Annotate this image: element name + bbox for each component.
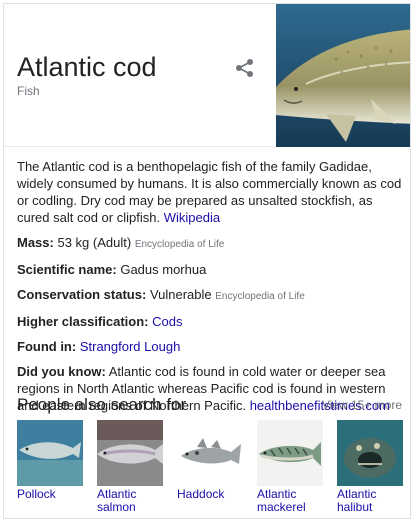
classification-link[interactable]: Cods <box>152 314 182 329</box>
pasf-label[interactable]: Haddock <box>177 488 243 501</box>
fact-value: Vulnerable <box>149 287 212 302</box>
fact-scientific-name: Scientific name: Gadus morhua <box>17 261 402 278</box>
description: The Atlantic cod is a benthopelagic fish… <box>17 158 402 226</box>
fact-conservation-status: Conservation status: Vulnerable Encyclop… <box>17 286 402 305</box>
fact-label: Higher classification: <box>17 314 149 329</box>
found-in-link[interactable]: Strangford Lough <box>80 339 180 354</box>
fact-label: Mass: <box>17 235 54 250</box>
view-more-link[interactable]: View 15+ more <box>322 398 402 412</box>
pasf-label[interactable]: Atlantic salmon <box>97 488 163 514</box>
fact-label: Conservation status: <box>17 287 147 302</box>
pasf-item-haddock[interactable]: Haddock <box>177 420 243 501</box>
atlantic-salmon-thumbnail[interactable] <box>97 420 163 486</box>
entity-type: Fish <box>17 84 40 98</box>
pasf-item-atlantic-salmon[interactable]: Atlantic salmon <box>97 420 163 514</box>
people-also-search-carousel: Pollock Atlantic salmon Haddock Atlantic… <box>17 420 407 518</box>
fact-label: Found in: <box>17 339 77 354</box>
haddock-thumbnail[interactable] <box>177 420 243 486</box>
fact-label: Did you know: <box>17 364 106 379</box>
page-title: Atlantic cod <box>17 52 157 82</box>
pasf-label[interactable]: Atlantic mackerel <box>257 488 323 514</box>
fact-value: 53 kg (Adult) <box>57 235 132 250</box>
knowledge-panel: Atlantic cod Fish The Atlantic cod is a … <box>3 3 411 519</box>
pasf-label[interactable]: Pollock <box>17 488 83 501</box>
fact-mass: Mass: 53 kg (Adult) Encyclopedia of Life <box>17 234 402 253</box>
share-icon[interactable] <box>234 57 256 79</box>
section-title: People also search for <box>17 395 187 414</box>
fact-source: Encyclopedia of Life <box>134 239 225 250</box>
panel-body: The Atlantic cod is a benthopelagic fish… <box>17 158 402 414</box>
atlantic-halibut-thumbnail[interactable] <box>337 420 403 486</box>
panel-header: Atlantic cod Fish <box>4 4 410 147</box>
pasf-item-atlantic-mackerel[interactable]: Atlantic mackerel <box>257 420 323 514</box>
pasf-item-atlantic-halibut[interactable]: Atlantic halibut <box>337 420 403 514</box>
people-also-search-header: People also search for View 15+ more <box>17 395 402 419</box>
pasf-label[interactable]: Atlantic halibut <box>337 488 403 514</box>
fact-found-in: Found in: Strangford Lough <box>17 338 402 355</box>
hero-image[interactable] <box>276 4 410 147</box>
fact-higher-classification: Higher classification: Cods <box>17 313 402 330</box>
pasf-item-pollock[interactable]: Pollock <box>17 420 83 501</box>
wikipedia-link[interactable]: Wikipedia <box>164 210 220 225</box>
fact-source: Encyclopedia of Life <box>215 291 305 302</box>
fact-value: Gadus morhua <box>120 262 207 277</box>
fact-label: Scientific name: <box>17 262 117 277</box>
atlantic-mackerel-thumbnail[interactable] <box>257 420 323 486</box>
pollock-thumbnail[interactable] <box>17 420 83 486</box>
